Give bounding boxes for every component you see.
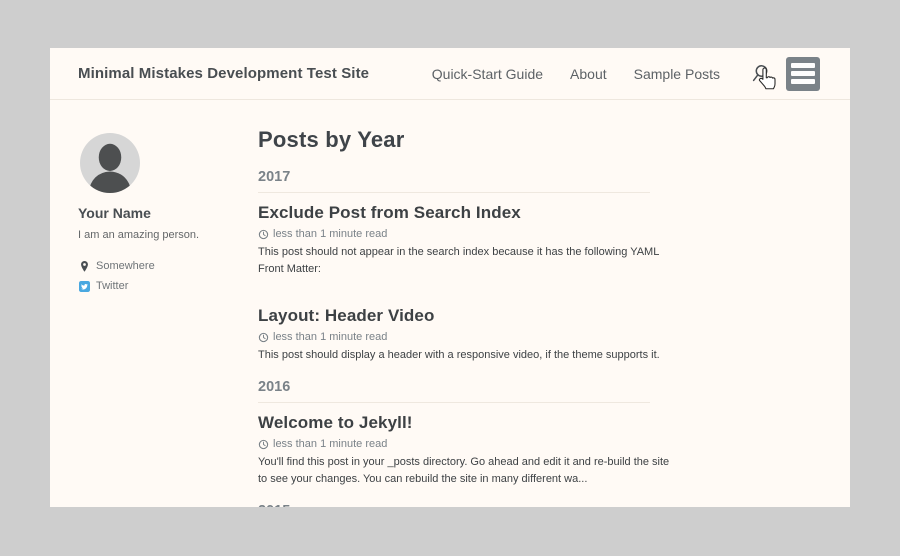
post-excerpt: This post should not appear in the searc… xyxy=(258,244,650,278)
post-excerpt: You'll find this post in your _posts dir… xyxy=(258,454,650,488)
read-time: less than 1 minute read xyxy=(273,437,387,451)
author-links: Somewhere Twitter xyxy=(78,256,243,296)
avatar xyxy=(80,133,140,193)
page-title: Posts by Year xyxy=(258,126,650,154)
hamburger-bar xyxy=(791,79,815,84)
primary-nav: Quick-Start Guide About Sample Posts xyxy=(432,66,720,82)
author-bio: I am an amazing person. xyxy=(78,229,243,242)
author-sidebar: Your Name I am an amazing person. Somewh… xyxy=(78,133,243,296)
year-section-2015: 2015 xyxy=(258,502,650,507)
post-meta: less than 1 minute read xyxy=(258,437,650,451)
year-heading: 2016 xyxy=(258,378,650,403)
location-pin-icon xyxy=(78,260,90,273)
post-title-link[interactable]: Welcome to Jekyll! xyxy=(258,411,650,435)
nav-quick-start-guide[interactable]: Quick-Start Guide xyxy=(432,66,543,82)
author-location: Somewhere xyxy=(78,256,243,276)
read-time: less than 1 minute read xyxy=(273,330,387,344)
author-twitter-label: Twitter xyxy=(96,280,128,292)
nav-sample-posts[interactable]: Sample Posts xyxy=(634,66,720,82)
archive-content: Posts by Year 2017 Exclude Post from Sea… xyxy=(258,126,650,507)
read-time: less than 1 minute read xyxy=(273,227,387,241)
post-meta: less than 1 minute read xyxy=(258,330,650,344)
archive-item: Layout: Header Video less than 1 minute … xyxy=(258,304,650,364)
year-section-2017: 2017 Exclude Post from Search Index less… xyxy=(258,168,650,364)
year-section-2016: 2016 Welcome to Jekyll! less than 1 minu… xyxy=(258,378,650,488)
clock-icon xyxy=(258,332,269,343)
archive-item: Exclude Post from Search Index less than… xyxy=(258,201,650,278)
author-name: Your Name xyxy=(78,205,243,221)
site-title-link[interactable]: Minimal Mistakes Development Test Site xyxy=(78,65,369,82)
masthead: Minimal Mistakes Development Test Site Q… xyxy=(50,48,850,100)
post-excerpt: This post should display a header with a… xyxy=(258,347,650,364)
post-meta: less than 1 minute read xyxy=(258,227,650,241)
post-title-link[interactable]: Exclude Post from Search Index xyxy=(258,201,650,225)
year-heading: 2017 xyxy=(258,168,650,193)
hamburger-bar xyxy=(791,71,815,76)
author-location-label: Somewhere xyxy=(96,260,155,272)
clock-icon xyxy=(258,229,269,240)
site-page: Minimal Mistakes Development Test Site Q… xyxy=(50,48,850,507)
archive-item: Welcome to Jekyll! less than 1 minute re… xyxy=(258,411,650,488)
twitter-icon xyxy=(78,281,90,292)
year-heading: 2015 xyxy=(258,502,650,507)
clock-icon xyxy=(258,439,269,450)
hamburger-menu-button[interactable] xyxy=(786,57,820,91)
hamburger-bar xyxy=(791,63,815,68)
author-twitter-link[interactable]: Twitter xyxy=(78,276,243,296)
post-title-link[interactable]: Layout: Header Video xyxy=(258,304,650,328)
desktop-background: Minimal Mistakes Development Test Site Q… xyxy=(0,0,900,556)
search-icon[interactable] xyxy=(750,64,770,84)
nav-about[interactable]: About xyxy=(570,66,607,82)
